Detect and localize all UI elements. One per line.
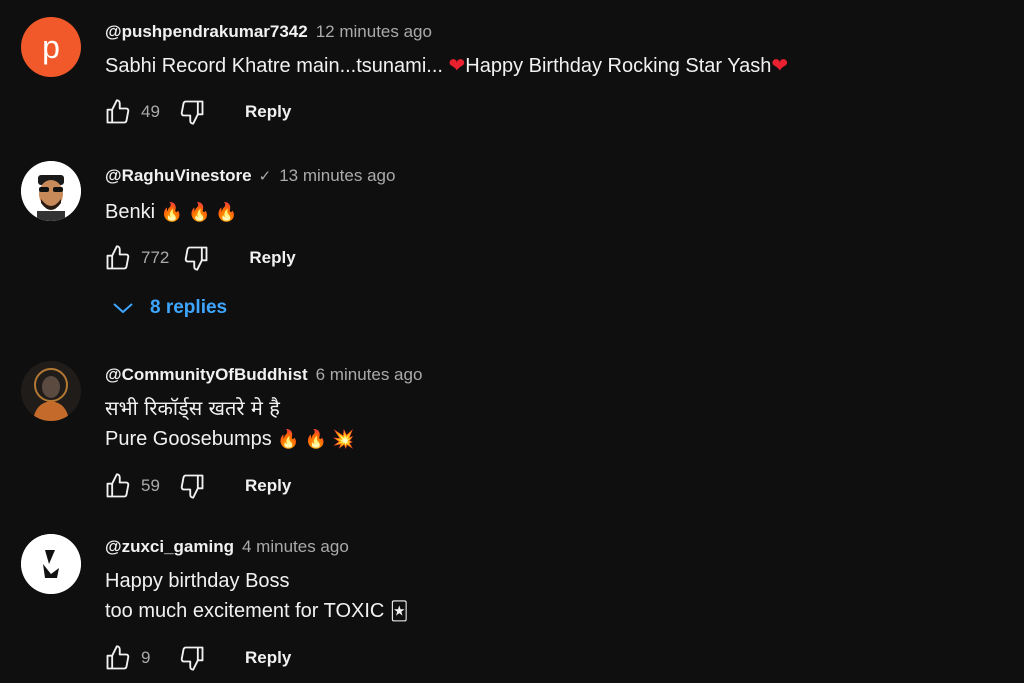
comment-time[interactable]: 13 minutes ago	[279, 166, 395, 186]
like-count: 9	[141, 648, 151, 667]
thumbs-down-icon	[180, 646, 204, 671]
thumbs-up-icon	[106, 645, 130, 670]
avatar-image	[21, 361, 81, 421]
comment-author[interactable]: @CommunityOfBuddhist	[105, 365, 308, 385]
like-count: 49	[141, 102, 160, 121]
thumbs-down-icon	[180, 474, 204, 499]
comment-header: @CommunityOfBuddhist 6 minutes ago	[105, 363, 422, 387]
fire-emoji-icon: 🔥 🔥 💥	[277, 429, 355, 449]
avatar-image	[21, 534, 81, 594]
avatar[interactable]	[21, 361, 81, 421]
avatar-image	[21, 161, 81, 221]
like-button[interactable]	[103, 643, 133, 673]
thumbs-up-icon	[106, 473, 130, 498]
joker-card-emoji-icon: 🃏	[389, 601, 409, 621]
verified-check-icon: ✓	[258, 168, 272, 185]
comment-actions: 772 Reply	[103, 242, 296, 274]
reply-button[interactable]: Reply	[245, 648, 291, 668]
thumbs-down-icon	[185, 246, 208, 271]
comment-text-part: too much excitement for TOXIC	[105, 600, 385, 622]
comment-text: Sabhi Record Khatre main...tsunami... ❤H…	[105, 52, 788, 80]
heart-icon: ❤	[448, 55, 466, 77]
comment-text-part: Sabhi Record Khatre main...tsunami...	[105, 55, 449, 77]
heart-icon: ❤	[771, 55, 789, 77]
like-button[interactable]	[103, 471, 133, 501]
replies-count-label: 8 replies	[150, 297, 228, 318]
avatar[interactable]	[21, 161, 81, 221]
comments-section: p @pushpendrakumar7342 12 minutes ago Sa…	[0, 0, 1024, 683]
chevron-down-icon	[112, 301, 134, 315]
thumbs-down-icon	[180, 100, 204, 125]
comment-author[interactable]: @RaghuVinestore	[105, 166, 252, 186]
comment-text: too much excitement for TOXIC 🃏	[105, 597, 408, 625]
dislike-button[interactable]	[177, 97, 207, 127]
dislike-button[interactable]	[177, 643, 207, 673]
reply-button[interactable]: Reply	[249, 248, 295, 268]
reply-button[interactable]: Reply	[245, 102, 291, 122]
avatar[interactable]: p	[21, 17, 81, 77]
comment-text: Pure Goosebumps 🔥 🔥 💥	[105, 425, 355, 453]
comment-header: @RaghuVinestore ✓ 13 minutes ago	[105, 164, 395, 188]
comment-actions: 59 Reply	[103, 470, 291, 502]
comment-header: @zuxci_gaming 4 minutes ago	[105, 535, 349, 559]
comment-text-part: Pure Goosebumps	[105, 428, 272, 450]
comment-time[interactable]: 12 minutes ago	[316, 22, 432, 42]
like-button[interactable]	[103, 97, 133, 127]
thumbs-up-icon	[106, 99, 130, 124]
avatar[interactable]	[21, 534, 81, 594]
comment-author[interactable]: @zuxci_gaming	[105, 537, 234, 557]
thumbs-up-icon	[106, 245, 130, 270]
comment-actions: 9 Reply	[103, 642, 291, 674]
comment-header: @pushpendrakumar7342 12 minutes ago	[105, 20, 432, 44]
like-count: 772	[141, 248, 170, 267]
comment-actions: 49 Reply	[103, 96, 291, 128]
comment-time[interactable]: 4 minutes ago	[242, 537, 349, 557]
dislike-button[interactable]	[181, 243, 211, 273]
like-count: 59	[141, 476, 160, 495]
view-replies-button[interactable]: 8 replies	[112, 294, 227, 322]
dislike-button[interactable]	[177, 471, 207, 501]
comment-text: सभी रिकॉर्ड्स खतरे मे है	[105, 396, 280, 420]
comment-text-part: Happy Birthday Rocking Star Yash	[465, 55, 772, 77]
fire-emoji-icon: 🔥 🔥 🔥	[160, 202, 238, 222]
comment-text-part: Benki	[105, 201, 156, 223]
comment-time[interactable]: 6 minutes ago	[316, 365, 423, 385]
comment-text: Benki 🔥 🔥 🔥	[105, 198, 238, 226]
reply-button[interactable]: Reply	[245, 476, 291, 496]
comment-text: Happy birthday Boss	[105, 570, 290, 592]
like-button[interactable]	[103, 243, 133, 273]
comment-author[interactable]: @pushpendrakumar7342	[105, 22, 308, 42]
